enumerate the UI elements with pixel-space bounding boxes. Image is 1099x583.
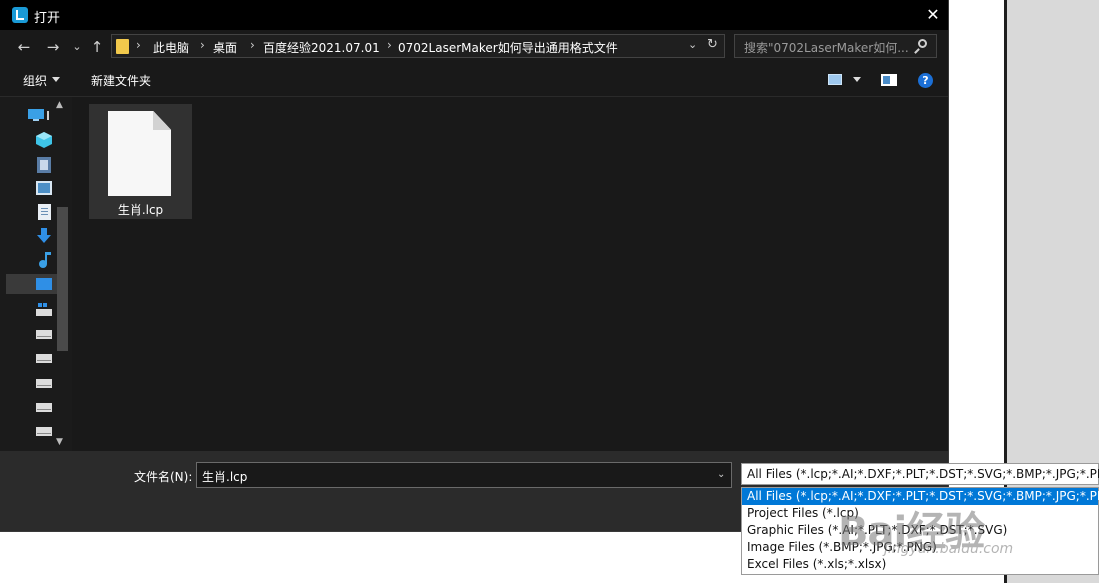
chevron-right-icon[interactable]: › bbox=[250, 38, 255, 52]
3d-objects-icon[interactable] bbox=[36, 132, 52, 148]
breadcrumb-folder[interactable]: 百度经验2021.07.01 bbox=[263, 39, 380, 56]
forward-arrow-icon[interactable]: → bbox=[44, 38, 62, 56]
drive-icon[interactable] bbox=[36, 379, 52, 388]
preview-pane-icon[interactable] bbox=[881, 74, 897, 86]
scroll-down-icon[interactable]: ▼ bbox=[56, 437, 63, 447]
scroll-up-icon[interactable]: ▲ bbox=[56, 100, 63, 110]
refresh-icon[interactable]: ↻ bbox=[707, 37, 718, 52]
app-icon bbox=[12, 7, 28, 23]
open-file-dialog: 打开 ✕ ← → ⌄ ↑ › 此电脑 › 桌面 › 百度经验2021.07.01… bbox=[0, 0, 948, 531]
help-icon[interactable]: ? bbox=[918, 73, 933, 88]
downloads-icon[interactable] bbox=[37, 228, 51, 244]
chevron-right-icon[interactable]: › bbox=[136, 38, 141, 52]
music-icon[interactable] bbox=[38, 252, 51, 268]
drive-icon[interactable] bbox=[36, 403, 52, 412]
breadcrumb-this-pc[interactable]: 此电脑 bbox=[153, 39, 189, 56]
search-input[interactable]: 搜索"0702LaserMaker如何... bbox=[734, 34, 937, 58]
view-mode-icon[interactable] bbox=[828, 74, 842, 85]
filetype-select[interactable]: All Files (*.lcp;*.AI;*.DXF;*.PLT;*.DST;… bbox=[741, 463, 1099, 485]
sidebar-scrollbar-thumb[interactable] bbox=[57, 207, 68, 351]
chevron-down-icon[interactable]: ⌄ bbox=[717, 469, 725, 480]
filename-value: 生肖.lcp bbox=[202, 470, 248, 484]
filename-label: 文件名(N): bbox=[134, 470, 193, 484]
nav-selected-highlight bbox=[6, 274, 62, 294]
recent-locations-icon[interactable]: ⌄ bbox=[68, 38, 86, 56]
filetype-selected-value: All Files (*.lcp;*.AI;*.DXF;*.PLT;*.DST;… bbox=[747, 467, 1099, 481]
drive-icon[interactable] bbox=[36, 354, 52, 363]
folder-icon bbox=[116, 39, 129, 54]
title-bar: 打开 ✕ bbox=[0, 0, 948, 30]
search-icon[interactable] bbox=[918, 39, 927, 48]
file-item[interactable]: 生肖.lcp bbox=[89, 104, 192, 219]
local-disk-icon[interactable] bbox=[36, 303, 52, 316]
organize-button[interactable]: 组织 bbox=[23, 72, 47, 89]
videos-icon[interactable] bbox=[37, 157, 51, 173]
up-arrow-icon[interactable]: ↑ bbox=[88, 38, 106, 56]
chevron-down-icon[interactable]: ⌄ bbox=[688, 38, 697, 51]
chevron-right-icon[interactable]: › bbox=[387, 38, 392, 52]
back-arrow-icon[interactable]: ← bbox=[15, 38, 33, 56]
desktop-icon[interactable] bbox=[36, 278, 52, 290]
this-pc-icon[interactable] bbox=[28, 108, 50, 122]
chevron-down-icon[interactable] bbox=[52, 77, 60, 82]
new-folder-button[interactable]: 新建文件夹 bbox=[91, 72, 151, 89]
search-placeholder: 搜索"0702LaserMaker如何... bbox=[744, 41, 909, 55]
drive-icon[interactable] bbox=[36, 427, 52, 436]
baidu-watermark: Bai经验 jingyan.baidu.com bbox=[838, 497, 1038, 567]
address-bar[interactable]: › 此电脑 › 桌面 › 百度经验2021.07.01 › 0702LaserM… bbox=[111, 34, 725, 58]
file-list-area bbox=[72, 97, 948, 451]
documents-icon[interactable] bbox=[38, 204, 51, 220]
pictures-icon[interactable] bbox=[36, 181, 52, 195]
drive-icon[interactable] bbox=[36, 330, 52, 339]
breadcrumb-current[interactable]: 0702LaserMaker如何导出通用格式文件 bbox=[398, 39, 618, 56]
close-button[interactable]: ✕ bbox=[918, 0, 948, 30]
window-title: 打开 bbox=[34, 11, 61, 26]
chevron-down-icon[interactable] bbox=[853, 77, 861, 82]
watermark-url: jingyan.baidu.com bbox=[884, 541, 1014, 557]
filename-input[interactable]: 生肖.lcp ⌄ bbox=[196, 462, 732, 488]
toolbar: 组织 新建文件夹 bbox=[0, 64, 948, 97]
file-name: 生肖.lcp bbox=[117, 203, 164, 217]
breadcrumb-desktop[interactable]: 桌面 bbox=[213, 39, 237, 56]
chevron-right-icon[interactable]: › bbox=[200, 38, 205, 52]
